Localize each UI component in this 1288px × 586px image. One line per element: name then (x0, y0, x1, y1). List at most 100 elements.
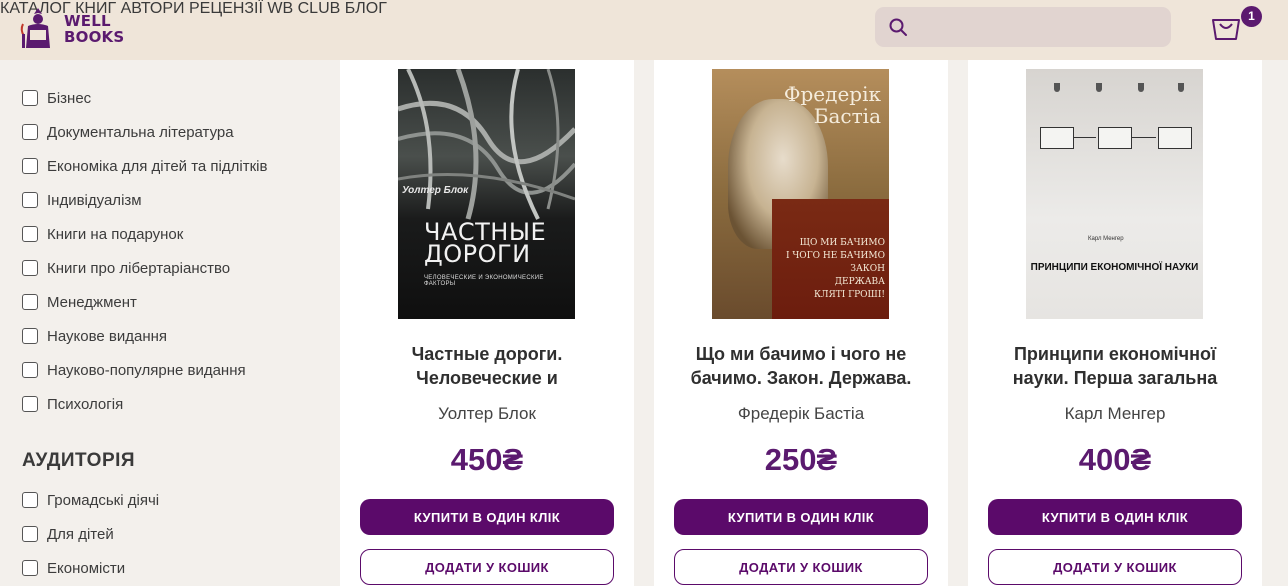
category-label: Науково-популярне видання (47, 361, 246, 379)
site-header: WELL BOOKS КАТАЛОГ КНИГ АВТОРИ РЕЦЕНЗІЇ … (0, 0, 1288, 60)
add-to-cart-button[interactable]: ДОДАТИ У КОШИК (674, 549, 928, 585)
checkbox[interactable] (22, 328, 38, 344)
nav-reviews[interactable]: РЕЦЕНЗІЇ (189, 0, 263, 17)
product-author[interactable]: Карл Менгер (968, 404, 1262, 424)
category-filter[interactable]: Наукове видання (22, 326, 167, 346)
cover-subtitle: ЧЕЛОВЕЧЕСКИЕ И ЭКОНОМИЧЕСКИЕ ФАКТОРЫ (424, 275, 544, 287)
product-title[interactable]: Що ми бачимо і чого не бачимо. Закон. Де… (674, 342, 928, 390)
checkbox[interactable] (22, 192, 38, 208)
cover-title-line2: ДОРОГИ (424, 240, 531, 268)
add-to-cart-button[interactable]: ДОДАТИ У КОШИК (360, 549, 614, 585)
cover-text-line: КЛЯТІ ГРОШІ! (814, 290, 885, 300)
checkbox[interactable] (22, 526, 38, 542)
audience-filter[interactable]: Економісти (22, 558, 125, 578)
cover-title: ПРИНЦИПИ ЕКОНОМІЧНОЇ НАУКИ (1030, 262, 1199, 273)
logo-line2: BOOKS (64, 28, 125, 46)
category-filter[interactable]: Книги про лібертаріанство (22, 258, 230, 278)
audience-heading: АУДИТОРІЯ (22, 450, 136, 471)
cart-count-badge: 1 (1241, 6, 1262, 27)
checkbox[interactable] (22, 226, 38, 242)
search-icon[interactable] (888, 17, 908, 37)
cover-title: ЧАСТНЫЕ ДОРОГИ (424, 220, 546, 268)
buy-one-click-button[interactable]: КУПИТИ В ОДИН КЛІК (988, 499, 1242, 535)
category-filter[interactable]: Економіка для дітей та підлітків (22, 156, 267, 176)
category-filter[interactable]: Бізнес (22, 88, 91, 108)
search-bar[interactable] (875, 7, 1171, 47)
cover-author-line1: Фредерік (783, 82, 881, 106)
product-price: 400₴ (1078, 442, 1152, 477)
product-author[interactable]: Уолтер Блок (340, 404, 634, 424)
cover-author: Карл Менгер (1088, 236, 1124, 242)
cover-diagram-arrow (1074, 137, 1096, 138)
cover-text: ЩО МИ БАЧИМО І ЧОГО НЕ БАЧИМО ЗАКОН ДЕРЖ… (774, 237, 885, 302)
book-cover[interactable]: Фредерік Бастіа ЩО МИ БАЧИМО І ЧОГО НЕ Б… (712, 69, 889, 319)
category-filter[interactable]: Книги на подарунок (22, 224, 183, 244)
audience-label: Громадські діячі (47, 491, 160, 509)
audience-filter[interactable]: Громадські діячі (22, 490, 159, 510)
cover-diagram-arrow (1132, 137, 1156, 138)
search-input[interactable] (919, 7, 1159, 47)
cover-author: Фредерік Бастіа (784, 83, 881, 127)
product-price: 250₴ (764, 442, 838, 477)
category-label: Книги про лібертаріанство (47, 259, 231, 277)
cover-text-line: ЗАКОН (850, 264, 885, 274)
nav-blog[interactable]: БЛОГ (345, 0, 387, 17)
audience-filter[interactable]: Для дітей (22, 524, 114, 544)
cover-diagram-box (1098, 127, 1132, 149)
cover-lamp (1138, 83, 1144, 92)
category-label: Менеджмент (47, 293, 137, 311)
product-author[interactable]: Фредерік Бастіа (654, 404, 948, 424)
cover-author-line2: Бастіа (813, 104, 881, 128)
category-label: Психологія (47, 395, 124, 413)
category-label: Економіка для дітей та підлітків (47, 157, 268, 175)
checkbox[interactable] (22, 260, 38, 276)
checkbox[interactable] (22, 90, 38, 106)
buy-one-click-button[interactable]: КУПИТИ В ОДИН КЛІК (360, 499, 614, 535)
logo-text: WELL BOOKS (64, 13, 124, 45)
checkbox[interactable] (22, 158, 38, 174)
cover-diagram-box (1040, 127, 1074, 149)
product-title[interactable]: Принципи економічної науки. Перша загаль… (988, 342, 1242, 390)
cover-lamp (1054, 83, 1060, 92)
product-price: 450₴ (450, 442, 524, 477)
logo-icon (20, 8, 50, 48)
category-filter[interactable]: Документальна література (22, 122, 234, 142)
audience-label: Економісти (47, 559, 126, 577)
category-filter[interactable]: Менеджмент (22, 292, 137, 312)
buy-one-click-button[interactable]: КУПИТИ В ОДИН КЛІК (674, 499, 928, 535)
cover-diagram-box (1158, 127, 1192, 149)
category-label: Наукове видання (47, 327, 168, 345)
product-card: Уолтер Блок ЧАСТНЫЕ ДОРОГИ ЧЕЛОВЕЧЕСКИЕ … (340, 60, 634, 586)
logo-line1: WELL (64, 12, 111, 30)
category-label: Бізнес (47, 89, 92, 107)
checkbox[interactable] (22, 492, 38, 508)
category-filter[interactable]: Науково-популярне видання (22, 360, 246, 380)
checkbox[interactable] (22, 560, 38, 576)
cover-text-line: ДЕРЖАВА (834, 277, 885, 287)
checkbox[interactable] (22, 294, 38, 310)
category-label: Книги на подарунок (47, 225, 184, 243)
book-cover[interactable]: Уолтер Блок ЧАСТНЫЕ ДОРОГИ ЧЕЛОВЕЧЕСКИЕ … (398, 69, 575, 319)
nav-authors[interactable]: АВТОРИ (121, 0, 185, 17)
category-filter[interactable]: Психологія (22, 394, 123, 414)
checkbox[interactable] (22, 362, 38, 378)
checkbox[interactable] (22, 396, 38, 412)
product-card: Фредерік Бастіа ЩО МИ БАЧИМО І ЧОГО НЕ Б… (654, 60, 948, 586)
checkbox[interactable] (22, 124, 38, 140)
logo[interactable]: WELL BOOKS (18, 4, 124, 54)
cover-text-line: І ЧОГО НЕ БАЧИМО (785, 251, 885, 261)
cover-lamp (1096, 83, 1102, 92)
cover-text-line: ЩО МИ БАЧИМО (799, 238, 885, 248)
cover-author: Уолтер Блок (402, 185, 469, 196)
category-label: Індивідуалізм (47, 191, 142, 209)
cover-lamp (1178, 83, 1184, 92)
product-title[interactable]: Частные дороги. Человеческие и экономиче… (360, 342, 614, 390)
book-cover[interactable]: Карл Менгер ПРИНЦИПИ ЕКОНОМІЧНОЇ НАУКИ (1026, 69, 1203, 319)
audience-label: Для дітей (47, 525, 114, 543)
category-label: Документальна література (47, 123, 234, 141)
add-to-cart-button[interactable]: ДОДАТИ У КОШИК (988, 549, 1242, 585)
product-card: Карл Менгер ПРИНЦИПИ ЕКОНОМІЧНОЇ НАУКИ П… (968, 60, 1262, 586)
shopping-bag-icon[interactable] (1210, 12, 1242, 42)
category-filter[interactable]: Індивідуалізм (22, 190, 142, 210)
nav-wb-club[interactable]: WB CLUB (267, 0, 340, 17)
